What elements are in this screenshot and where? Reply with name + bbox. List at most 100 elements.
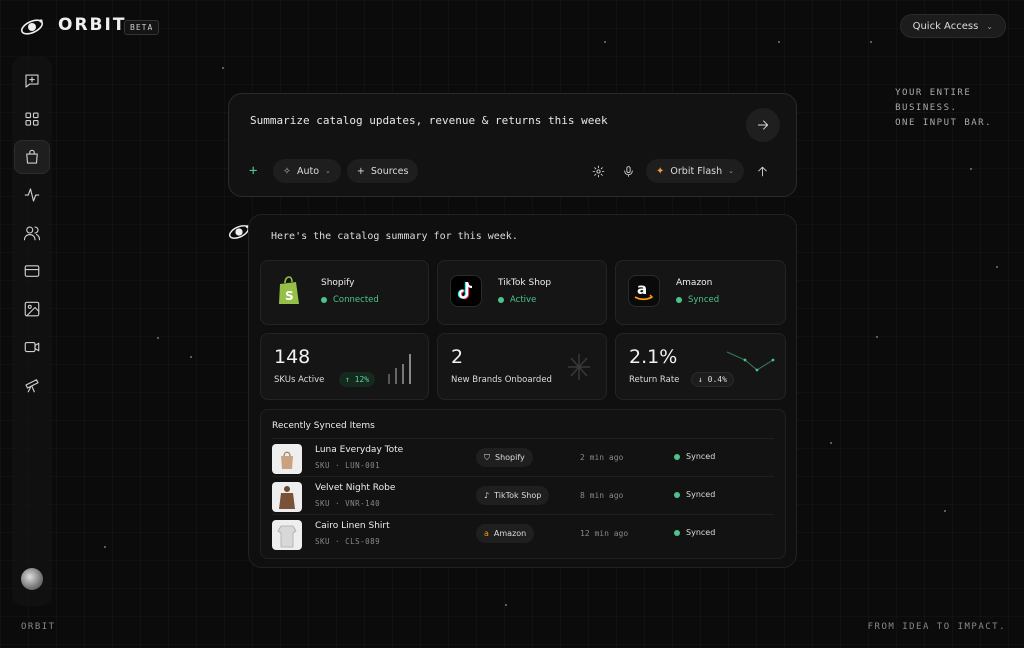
tiktok-icon: ♪ — [484, 491, 490, 500]
store-status: Synced — [676, 295, 719, 305]
sync-status: Synced — [674, 452, 715, 461]
source-label: TikTok Shop — [494, 491, 542, 500]
sidebar-item-new-chat[interactable] — [14, 64, 50, 98]
stat-label: SKUs Active — [274, 375, 325, 385]
item-sku: SKU · CLS-089 — [315, 537, 381, 546]
image-icon — [24, 301, 40, 317]
grid-icon — [25, 112, 39, 126]
prompt-input[interactable]: Summarize catalog updates, revenue & ret… — [250, 114, 608, 127]
quick-access-button[interactable]: Quick Access ⌄ — [899, 14, 1006, 38]
store-status-label: Synced — [688, 295, 720, 305]
sync-time: 2 min ago — [580, 453, 624, 462]
shopping-bag-icon — [26, 149, 38, 164]
flash-icon: ✦ — [656, 165, 665, 177]
item-name: Cairo Linen Shirt — [315, 521, 390, 531]
delta-badge: ↓ 0.4% — [691, 372, 734, 387]
table-row[interactable]: Luna Everyday Tote SKU · LUN-001 ⛉ Shopi… — [272, 438, 774, 476]
sidebar-item-video[interactable] — [14, 330, 50, 364]
status-dot — [498, 297, 504, 303]
model-selector[interactable]: ✦ Orbit Flash ⌄ — [646, 159, 744, 183]
bar-sparkline-icon — [388, 354, 411, 384]
tagline-line-3: ONE INPUT BAR. — [895, 118, 992, 128]
footer-slogan: FROM IDEA TO IMPACT. — [867, 622, 1006, 632]
chevron-down-icon: ⌄ — [728, 167, 734, 175]
source-label: Shopify — [495, 453, 525, 462]
sources-label: Sources — [370, 165, 409, 177]
send-button[interactable] — [746, 108, 780, 142]
recent-items-title: Recently Synced Items — [272, 421, 375, 431]
sync-status: Synced — [674, 528, 715, 537]
arrow-right-icon — [757, 120, 769, 130]
chevron-down-icon: ⌄ — [986, 21, 993, 31]
footer-brand: ORBIT — [21, 622, 56, 632]
quick-access-label: Quick Access — [912, 20, 979, 32]
sidebar-item-analytics[interactable] — [14, 178, 50, 212]
amazon-icon: a — [484, 529, 489, 538]
orbit-assistant-icon — [228, 225, 250, 239]
sidebar-item-payments[interactable] — [14, 254, 50, 288]
product-thumbnail — [272, 444, 302, 474]
recent-items-panel: Recently Synced Items Luna Everyday Tote… — [260, 409, 786, 559]
sidebar-item-customers[interactable] — [14, 216, 50, 250]
activity-icon — [24, 188, 40, 202]
stat-value: 148 — [274, 346, 311, 368]
response-intro: Here's the catalog summary for this week… — [271, 231, 518, 242]
settings-button[interactable] — [586, 159, 610, 183]
table-row[interactable]: Cairo Linen Shirt SKU · CLS-089 a Amazon… — [272, 514, 774, 552]
sidebar-item-catalog[interactable] — [14, 140, 50, 174]
add-attachment-button[interactable]: + — [249, 163, 261, 179]
users-icon — [23, 226, 41, 241]
stat-card-brands: 2 New Brands Onboarded — [437, 333, 607, 400]
sync-status-label: Synced — [686, 528, 716, 537]
sidebar-item-explore[interactable] — [14, 368, 50, 402]
status-dot — [676, 297, 682, 303]
sync-status-label: Synced — [686, 490, 716, 499]
delta-badge: ↑ 12% — [339, 372, 376, 387]
store-card-shopify[interactable]: S Shopify Connected — [260, 260, 429, 325]
store-card-tiktok[interactable]: TikTok Shop Active — [437, 260, 607, 325]
prompt-toolbar: + ✧ Auto ⌄ + Sources ✦ Orbit Flash ⌄ — [249, 159, 780, 183]
store-status-label: Active — [510, 295, 537, 305]
sources-button[interactable]: + Sources — [346, 159, 419, 183]
store-name: TikTok Shop — [498, 278, 552, 288]
source-chip: ♪ TikTok Shop — [476, 486, 550, 505]
item-name: Luna Everyday Tote — [315, 445, 404, 455]
submit-button[interactable] — [750, 159, 774, 183]
source-chip: a Amazon — [476, 524, 535, 543]
table-row[interactable]: Velvet Night Robe SKU · VNR-140 ♪ TikTok… — [272, 476, 774, 514]
status-dot — [674, 453, 680, 460]
stat-card-skus: 148 SKUs Active ↑ 12% — [260, 333, 429, 400]
prompt-box[interactable]: Summarize catalog updates, revenue & ret… — [228, 93, 797, 197]
sidebar — [12, 56, 52, 606]
store-card-amazon[interactable]: a Amazon Synced — [615, 260, 786, 325]
store-status: Connected — [321, 295, 379, 305]
telescope-icon — [25, 379, 39, 393]
microphone-button[interactable] — [616, 159, 640, 183]
avatar[interactable] — [21, 568, 43, 590]
tagline-line-1: YOUR ENTIRE — [895, 88, 972, 98]
tagline-line-2: BUSINESS. — [895, 103, 958, 113]
app-name: ORBIT — [58, 15, 127, 35]
mode-selector[interactable]: ✧ Auto ⌄ — [273, 159, 341, 183]
item-sku: SKU · VNR-140 — [315, 499, 381, 508]
arrow-up-icon — [757, 166, 767, 176]
sync-time: 12 min ago — [580, 529, 629, 538]
status-dot — [674, 491, 680, 498]
store-name: Amazon — [676, 278, 713, 288]
svg-text:S: S — [285, 289, 294, 303]
status-dot — [321, 297, 327, 303]
orbit-logo-icon — [20, 19, 44, 35]
stat-label: New Brands Onboarded — [451, 375, 552, 385]
amazon-logo-icon: a — [628, 275, 660, 307]
plus-icon: + — [356, 165, 365, 177]
tagline: YOUR ENTIRE BUSINESS. ONE INPUT BAR. — [895, 86, 992, 131]
response-panel: Here's the catalog summary for this week… — [248, 214, 797, 568]
sparkle-icon: ✧ — [283, 165, 291, 177]
sidebar-item-dashboard[interactable] — [14, 102, 50, 136]
shopify-logo-icon: S — [273, 275, 305, 307]
trend-line-icon — [726, 351, 775, 372]
sidebar-item-media[interactable] — [14, 292, 50, 326]
item-sku: SKU · LUN-001 — [315, 461, 381, 470]
source-chip: ⛉ Shopify — [476, 448, 533, 467]
credit-card-icon — [24, 265, 40, 277]
